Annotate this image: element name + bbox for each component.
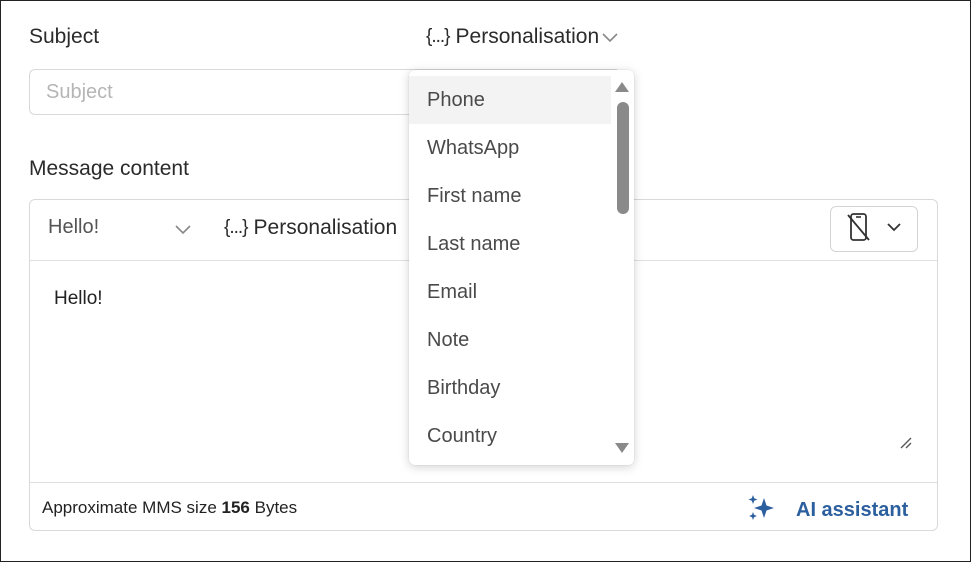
personalisation-menu: Phone WhatsApp First name Last name Emai… xyxy=(409,70,634,465)
device-preview-button[interactable] xyxy=(830,206,918,252)
ai-assistant-label: AI assistant xyxy=(796,499,909,521)
editor-footer: Approximate MMS size 156 Bytes AI assist… xyxy=(30,482,937,531)
chevron-down-icon xyxy=(601,25,619,49)
chevron-down-icon xyxy=(886,220,902,238)
menu-item-last-name[interactable]: Last name xyxy=(409,220,611,268)
mms-size-value: 156 xyxy=(221,498,250,517)
menu-scrollbar-thumb[interactable] xyxy=(617,102,629,214)
subject-label: Subject xyxy=(29,25,100,48)
personalisation-dropdown-message[interactable]: {...} Personalisation xyxy=(224,216,397,240)
menu-item-country[interactable]: Country xyxy=(409,412,611,460)
scroll-down-arrow-icon[interactable] xyxy=(614,441,630,459)
mms-size-prefix: Approximate MMS size xyxy=(42,498,217,517)
mms-size-unit: Bytes xyxy=(254,498,298,517)
menu-item-birthday[interactable]: Birthday xyxy=(409,364,611,412)
ai-assistant-button[interactable]: AI assistant xyxy=(746,493,908,528)
template-select[interactable]: Hello! xyxy=(48,216,99,239)
scroll-up-arrow-icon[interactable] xyxy=(614,80,630,98)
menu-item-first-name[interactable]: First name xyxy=(409,172,611,220)
personalisation-label: Personalisation xyxy=(455,25,600,48)
no-phone-icon xyxy=(846,212,872,247)
resize-handle-icon[interactable] xyxy=(899,436,913,455)
menu-item-whatsapp[interactable]: WhatsApp xyxy=(409,124,611,172)
braces-icon: {...} xyxy=(224,217,249,238)
mms-size-text: Approximate MMS size 156 Bytes xyxy=(42,498,297,518)
braces-icon: {...} xyxy=(426,26,451,47)
personalisation-panel: Subject {...} Personalisation Message co… xyxy=(0,0,971,562)
menu-item-email[interactable]: Email xyxy=(409,268,611,316)
personalisation-dropdown-subject[interactable]: {...} Personalisation xyxy=(426,25,619,49)
personalisation-label: Personalisation xyxy=(253,216,398,239)
message-body[interactable]: Hello! xyxy=(54,288,103,310)
sparkles-icon xyxy=(746,493,778,528)
chevron-down-icon[interactable] xyxy=(174,222,192,240)
menu-item-note[interactable]: Note xyxy=(409,316,611,364)
menu-item-phone[interactable]: Phone xyxy=(409,76,611,124)
message-content-label: Message content xyxy=(29,157,189,180)
